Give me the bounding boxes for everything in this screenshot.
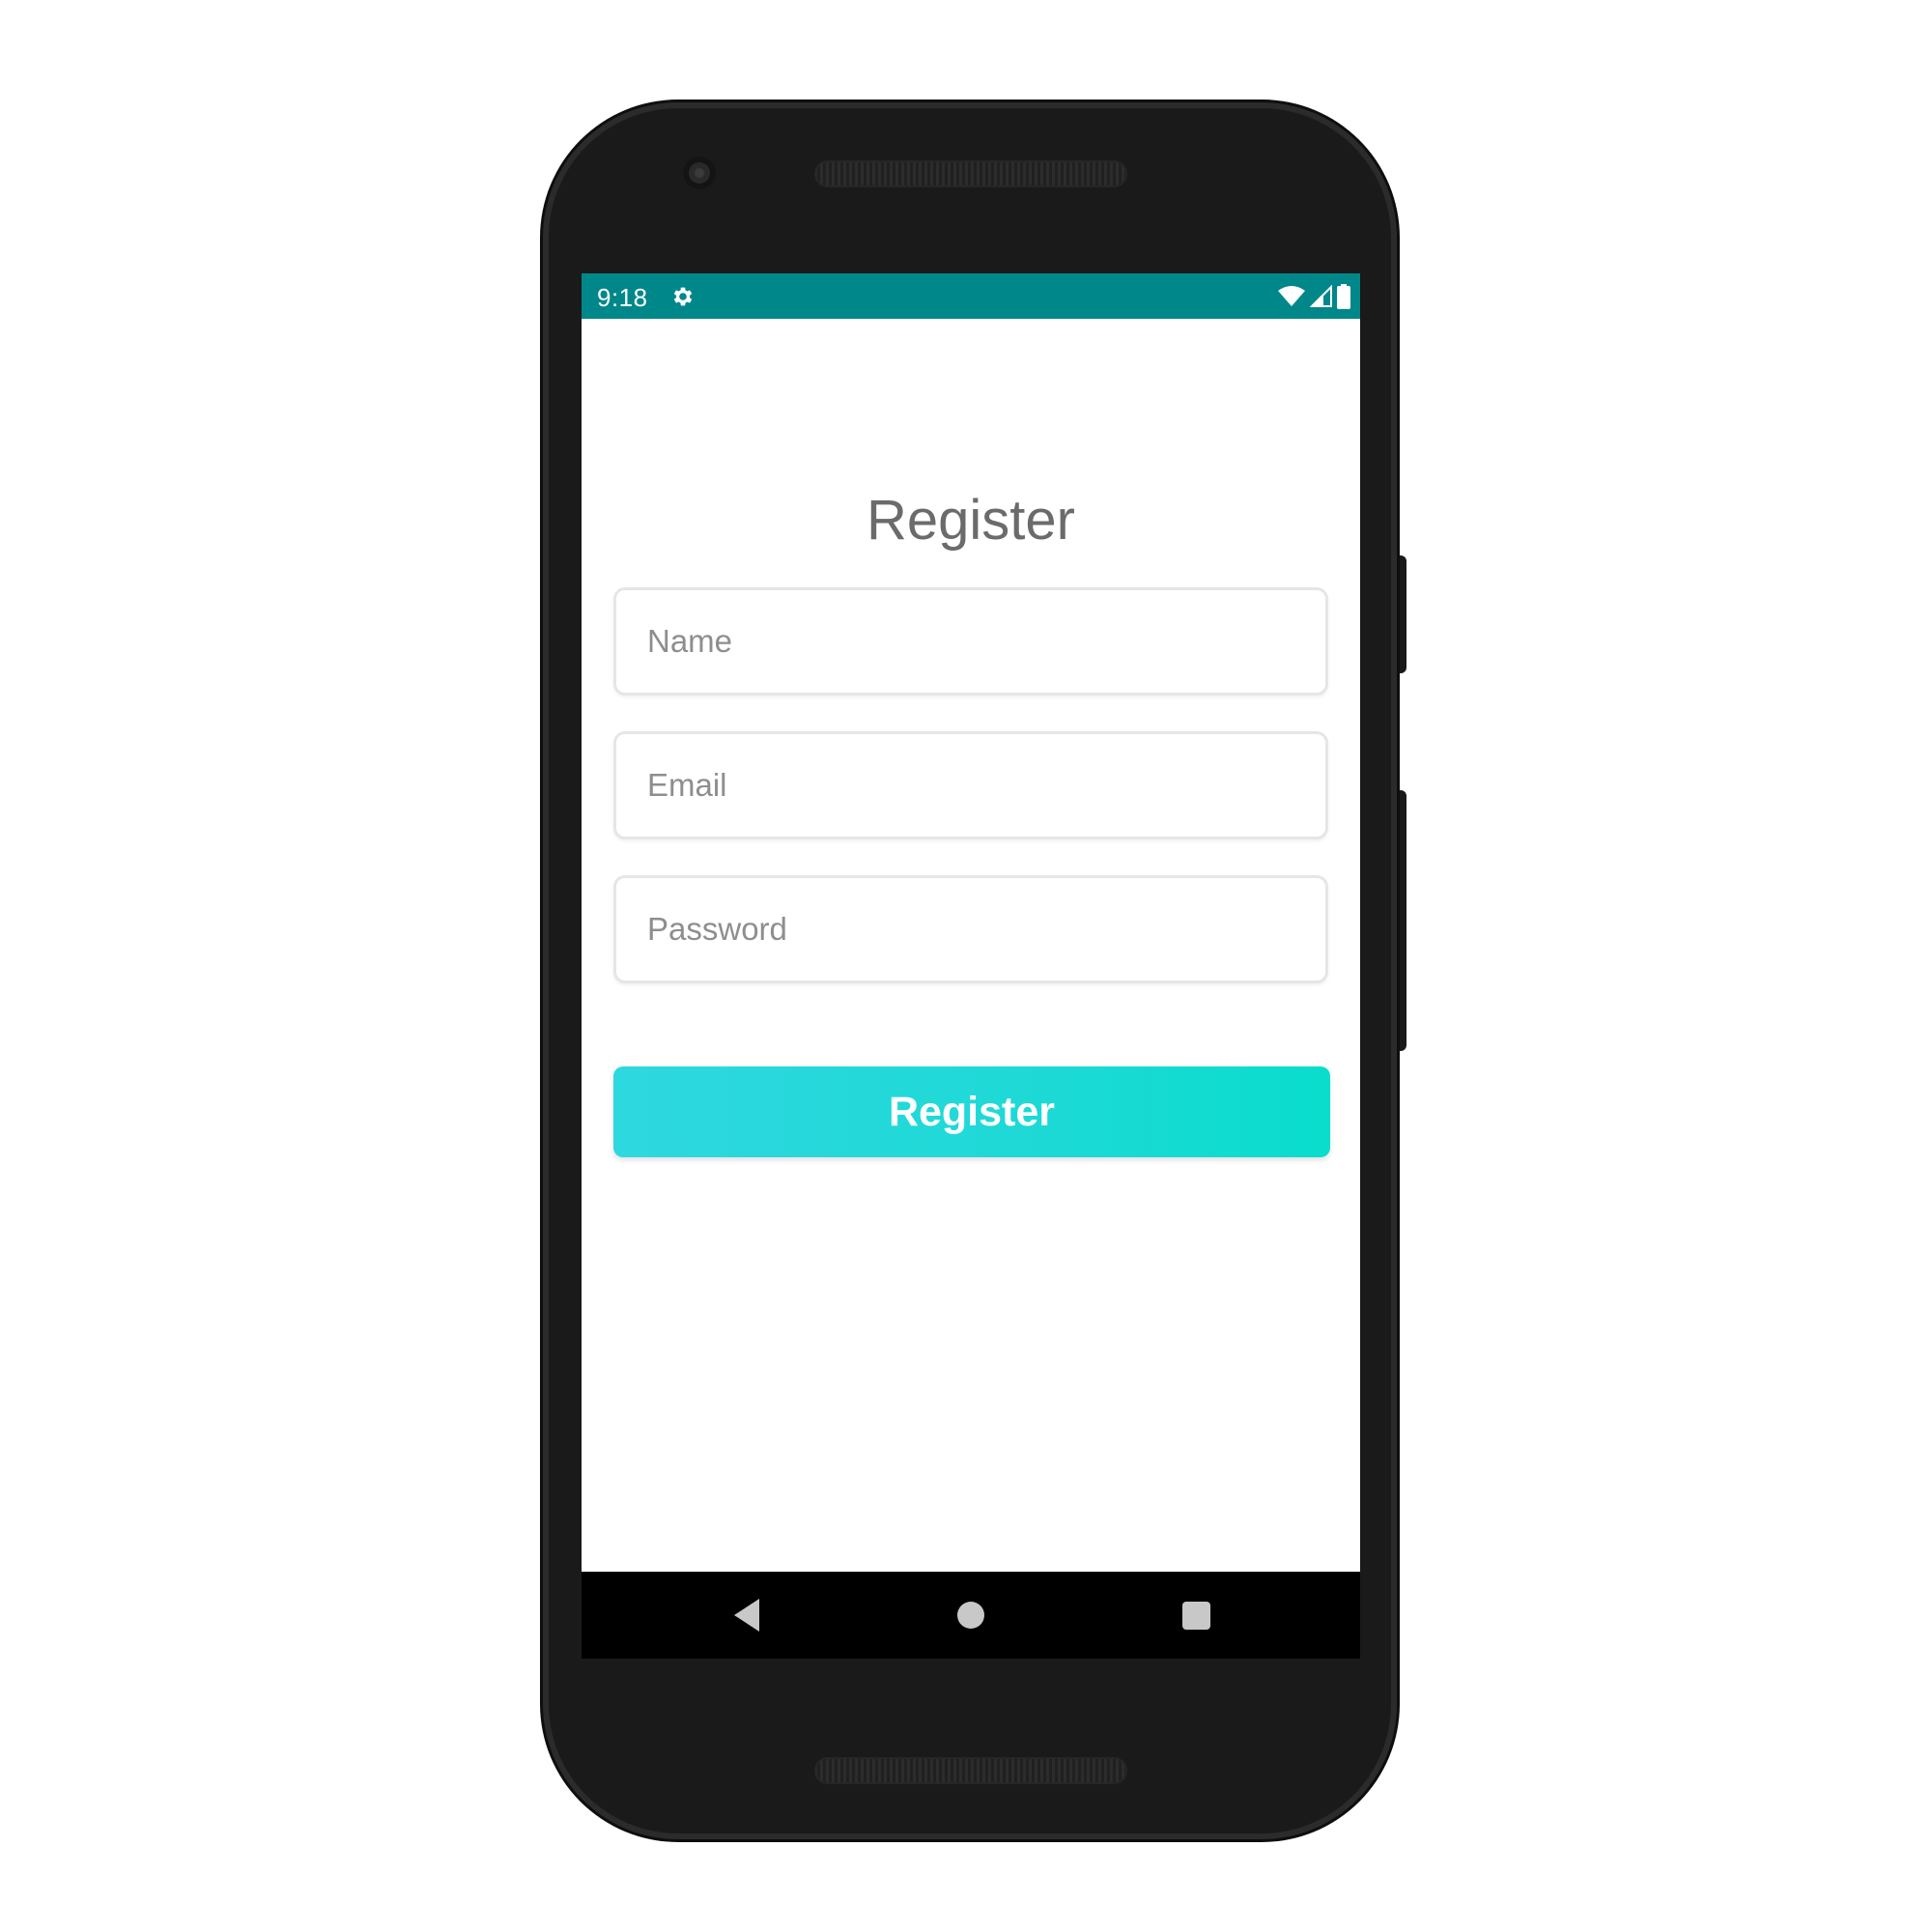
- navigation-bar: [582, 1572, 1360, 1659]
- home-icon[interactable]: [957, 1602, 984, 1629]
- register-screen: Register Register: [582, 319, 1360, 1572]
- email-field: [613, 731, 1328, 839]
- name-input[interactable]: [616, 590, 1325, 693]
- device-stage: 9:18 Register Name Email Register: [0, 0, 1932, 1932]
- email-input[interactable]: [616, 734, 1325, 837]
- status-time: 9:18: [597, 283, 648, 312]
- recents-icon[interactable]: [1182, 1602, 1210, 1630]
- back-icon[interactable]: [730, 1597, 763, 1634]
- status-icons: [1277, 283, 1350, 310]
- bottom-speaker: [814, 1757, 1127, 1784]
- password-field: [613, 875, 1328, 983]
- earpiece-speaker: [814, 160, 1127, 187]
- front-camera: [683, 156, 716, 189]
- status-bar: 9:18: [582, 273, 1360, 319]
- device-screen: 9:18 Register Name Email Register: [582, 273, 1360, 1659]
- password-input[interactable]: [616, 878, 1325, 980]
- settings-gear-icon: [673, 287, 693, 306]
- page-title: Register: [867, 489, 1075, 552]
- register-button[interactable]: Register: [613, 1066, 1330, 1157]
- cell-signal-icon: [1310, 285, 1332, 307]
- name-field: [613, 587, 1328, 696]
- battery-icon: [1337, 284, 1350, 309]
- wifi-icon: [1278, 286, 1305, 306]
